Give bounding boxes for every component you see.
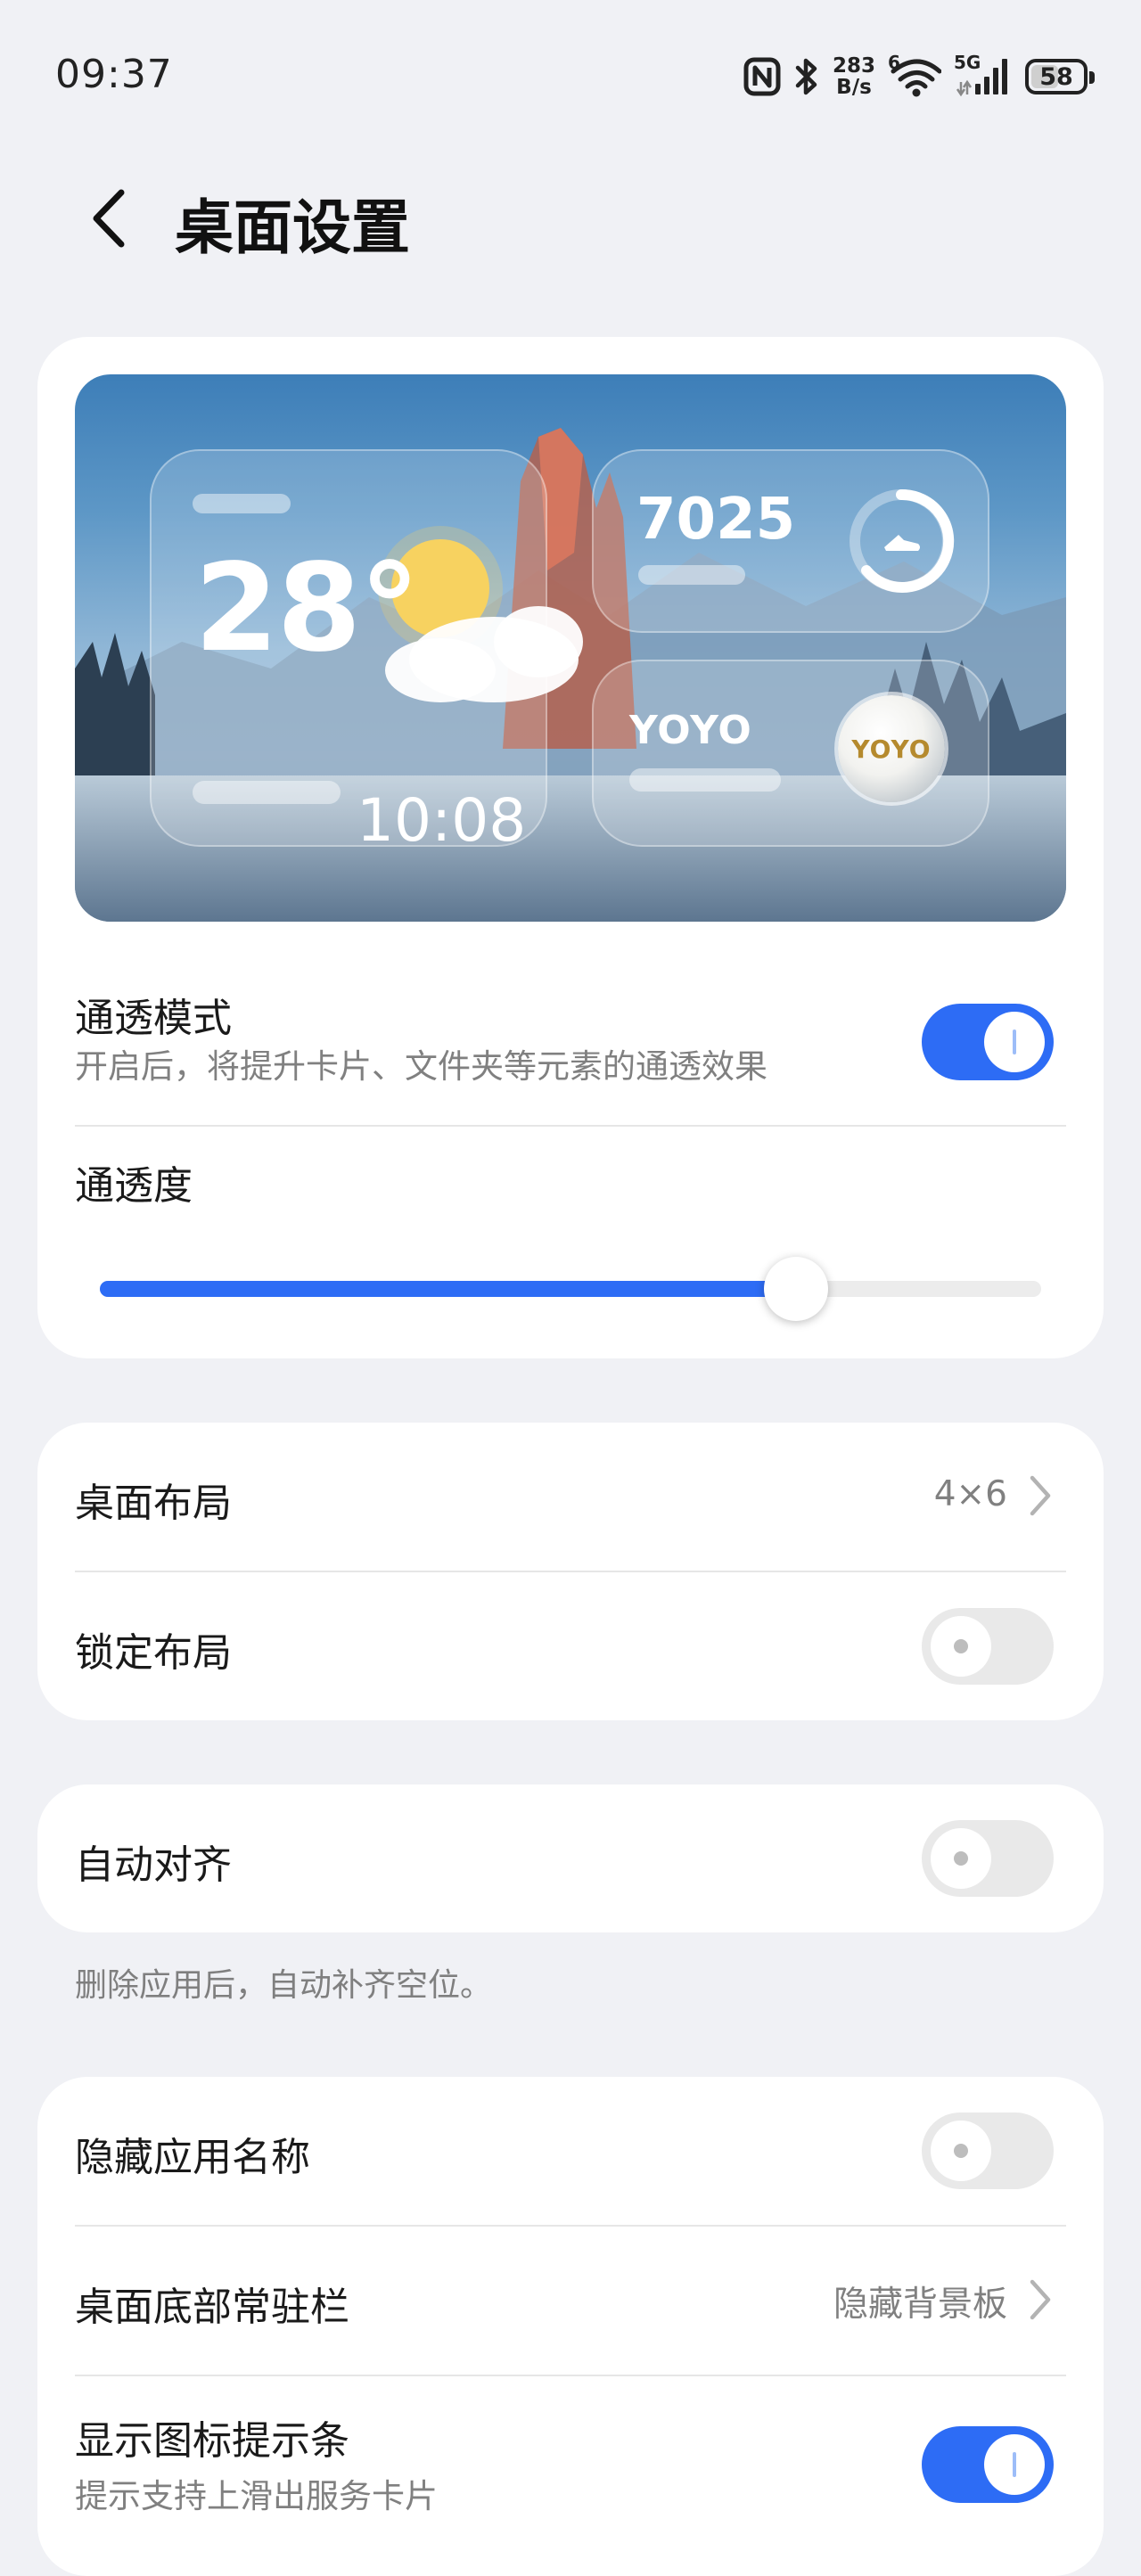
transparency-card: 28° 10:08 7025 YOYO YOYO 通透模式 开启后，将提升卡片、… [37, 337, 1104, 1358]
toggle-knob [984, 1012, 1045, 1072]
page-title: 桌面设置 [175, 193, 410, 262]
auto-align-toggle[interactable] [922, 1820, 1054, 1897]
toggle-knob [931, 1828, 991, 1889]
display-card: 隐藏应用名称 桌面底部常驻栏 隐藏背景板 显示图标提示条 提示支持上滑出服务卡片 [37, 2077, 1104, 2576]
slider-thumb[interactable] [764, 1257, 829, 1321]
dock-row[interactable]: 桌面底部常驻栏 隐藏背景板 [75, 2227, 1066, 2375]
chevron-right-icon [1030, 1475, 1051, 1516]
back-button[interactable] [70, 178, 150, 258]
toggle-knob [984, 2434, 1045, 2495]
toggle-knob [931, 1616, 991, 1677]
yoyo-widget[interactable]: YOYO YOYO [592, 660, 989, 847]
wifi-icon: 6 [888, 52, 941, 98]
transparency-slider[interactable] [100, 1257, 1041, 1321]
desktop-preview: 28° 10:08 7025 YOYO YOYO [75, 374, 1066, 922]
icon-hint-label: 显示图标提示条 [75, 2418, 349, 2464]
battery-level: 58 [1039, 62, 1073, 91]
weather-widget[interactable]: 28° 10:08 [150, 449, 547, 855]
desktop-layout-label: 桌面布局 [75, 1481, 232, 1526]
transparency-level-row: 通透度 [75, 1153, 1066, 1225]
yoyo-orb: YOYO [838, 695, 945, 802]
divider [75, 1125, 1066, 1127]
yoyo-orb-label: YOYO [851, 734, 932, 764]
slider-fill [100, 1281, 797, 1297]
status-icons: 283 B/s 6 5G 58 [743, 52, 1095, 102]
dock-label: 桌面底部常驻栏 [75, 2285, 349, 2330]
battery-icon: 58 [1025, 59, 1095, 94]
running-shoe-ring-icon [850, 488, 955, 593]
lock-layout-row[interactable]: 锁定布局 [75, 1572, 1066, 1720]
signal-icon: 5G [954, 52, 1013, 98]
lock-layout-toggle[interactable] [922, 1608, 1054, 1685]
yoyo-placeholder-line [629, 768, 781, 792]
header: 桌面设置 [0, 160, 1141, 267]
steps-widget[interactable]: 7025 [592, 449, 989, 633]
steps-placeholder-line [638, 565, 745, 585]
icon-hint-row[interactable]: 显示图标提示条 提示支持上滑出服务卡片 [75, 2376, 1066, 2576]
status-time: 09:37 [55, 52, 173, 97]
auto-align-row[interactable]: 自动对齐 [75, 1784, 1066, 1932]
cell-badge: 5G [954, 52, 981, 73]
icon-hint-description: 提示支持上滑出服务卡片 [75, 2477, 438, 2515]
chevron-right-icon [1030, 2279, 1051, 2320]
layout-card: 桌面布局 4×6 锁定布局 [37, 1423, 1104, 1720]
status-bar: 09:37 283 B/s 6 5G 58 [0, 0, 1141, 152]
transparency-mode-label: 通透模式 [75, 996, 232, 1041]
chevron-left-icon [93, 189, 125, 248]
desktop-layout-value: 4×6 [933, 1474, 1007, 1514]
transparency-level-label: 通透度 [75, 1163, 193, 1209]
weather-time: 10:08 [357, 786, 527, 855]
auto-align-note: 删除应用后，自动补齐空位。 [75, 1967, 493, 2004]
align-card: 自动对齐 [37, 1784, 1104, 1932]
transparency-mode-row[interactable]: 通透模式 开启后，将提升卡片、文件夹等元素的通透效果 [75, 986, 1066, 1120]
network-speed-value: 283 [832, 54, 875, 78]
icon-hint-toggle[interactable] [922, 2426, 1054, 2503]
transparency-mode-toggle[interactable] [922, 1004, 1054, 1080]
dock-value: 隐藏背景板 [833, 2285, 1007, 2325]
hide-app-names-toggle[interactable] [922, 2112, 1054, 2189]
auto-align-label: 自动对齐 [75, 1842, 232, 1888]
nfc-icon [743, 57, 781, 96]
desktop-layout-row[interactable]: 桌面布局 4×6 [75, 1423, 1066, 1571]
toggle-knob [931, 2121, 991, 2181]
yoyo-label: YOYO [629, 708, 752, 753]
hide-app-names-row[interactable]: 隐藏应用名称 [75, 2077, 1066, 2225]
network-speed-unit: B/s [836, 76, 872, 99]
network-speed: 283 B/s [833, 55, 875, 98]
weather-temperature: 28° [194, 538, 420, 679]
weather-placeholder-line [193, 781, 341, 804]
hide-app-names-label: 隐藏应用名称 [75, 2135, 310, 2180]
lock-layout-label: 锁定布局 [75, 1630, 232, 1676]
steps-count: 7025 [636, 487, 796, 553]
bluetooth-icon [793, 56, 820, 97]
wifi-badge: 6 [888, 52, 900, 73]
weather-placeholder-line [193, 494, 291, 513]
transparency-mode-description: 开启后，将提升卡片、文件夹等元素的通透效果 [75, 1047, 768, 1086]
